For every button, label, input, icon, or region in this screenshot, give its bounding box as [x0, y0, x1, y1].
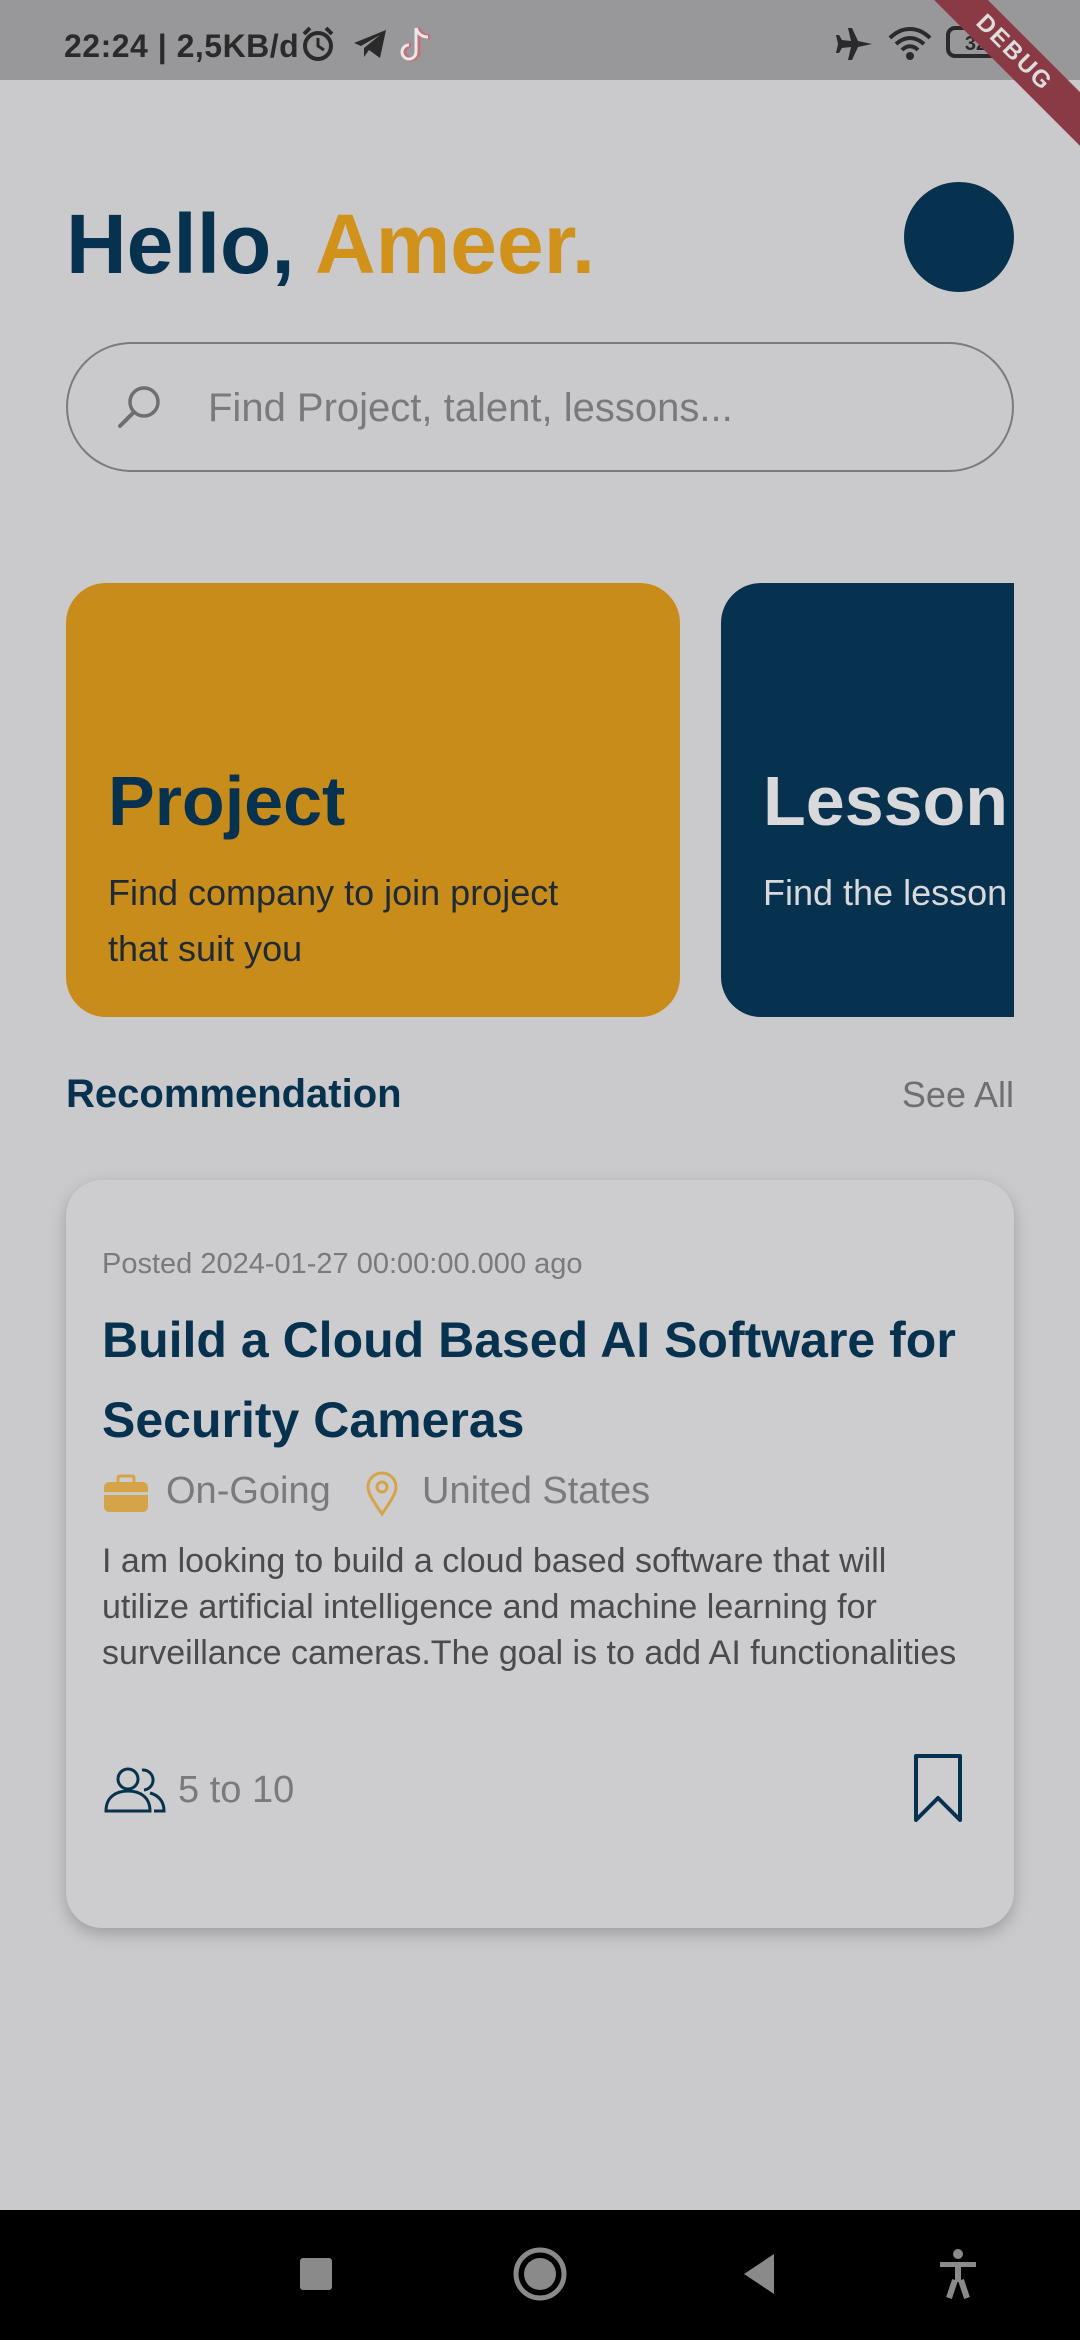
lesson-card-description: Find the lesson project you hav: [763, 872, 1014, 913]
search-icon: [118, 386, 160, 428]
telegram-icon: [354, 30, 386, 58]
bookmark-icon[interactable]: [912, 1752, 964, 1824]
debug-ribbon: DEBUG: [908, 0, 1080, 159]
tiktok-icon: [400, 27, 431, 62]
recommendation-heading: Recommendation: [66, 1072, 402, 1116]
wifi-icon: [888, 27, 932, 60]
lesson-card[interactable]: Lesson Find the lesson project you hav: [721, 583, 1014, 1017]
home-button[interactable]: [512, 2246, 568, 2302]
briefcase-icon: [104, 1474, 148, 1512]
user-name: Ameer.: [314, 197, 596, 291]
job-location: United States: [422, 1470, 651, 1512]
search-input[interactable]: [206, 374, 970, 442]
lesson-card-title: Lesson: [763, 762, 1009, 840]
greeting-heading: Hello, Ameer.: [66, 196, 595, 293]
project-card-description: Find company to join project that suit y…: [108, 872, 559, 969]
job-title: Build a Cloud Based AI Software for Secu…: [102, 1312, 956, 1448]
posted-date: Posted 2024-01-27 00:00:00.000 ago: [102, 1248, 583, 1280]
job-status: On-Going: [166, 1470, 331, 1512]
search-bar[interactable]: [66, 342, 1014, 472]
system-nav-bar: [0, 2210, 1080, 2340]
project-card-title: Project: [108, 762, 346, 840]
alarm-icon: [302, 26, 334, 61]
see-all-link[interactable]: See All: [902, 1074, 1014, 1116]
status-bar: 22:24 | 2,5KB/d 32 DEBUG: [0, 0, 1080, 159]
back-button[interactable]: [740, 2246, 780, 2302]
people-icon: [104, 1767, 166, 1813]
category-carousel[interactable]: Project Find company to join project tha…: [66, 583, 1014, 1017]
airplane-icon: [836, 28, 872, 60]
accessibility-button[interactable]: [936, 2246, 980, 2302]
greeting-text: Hello,: [66, 197, 295, 291]
job-card[interactable]: Posted 2024-01-27 00:00:00.000 ago Build…: [66, 1180, 1014, 1928]
avatar[interactable]: [904, 182, 1014, 292]
location-pin-icon: [366, 1471, 398, 1517]
team-size-text: 5 to 10: [178, 1769, 295, 1811]
status-time-speed: 22:24 | 2,5KB/d: [64, 28, 300, 64]
recents-button[interactable]: [298, 2246, 334, 2302]
project-card[interactable]: Project Find company to join project tha…: [66, 583, 680, 1017]
job-description: I am looking to build a cloud based soft…: [102, 1542, 957, 1672]
